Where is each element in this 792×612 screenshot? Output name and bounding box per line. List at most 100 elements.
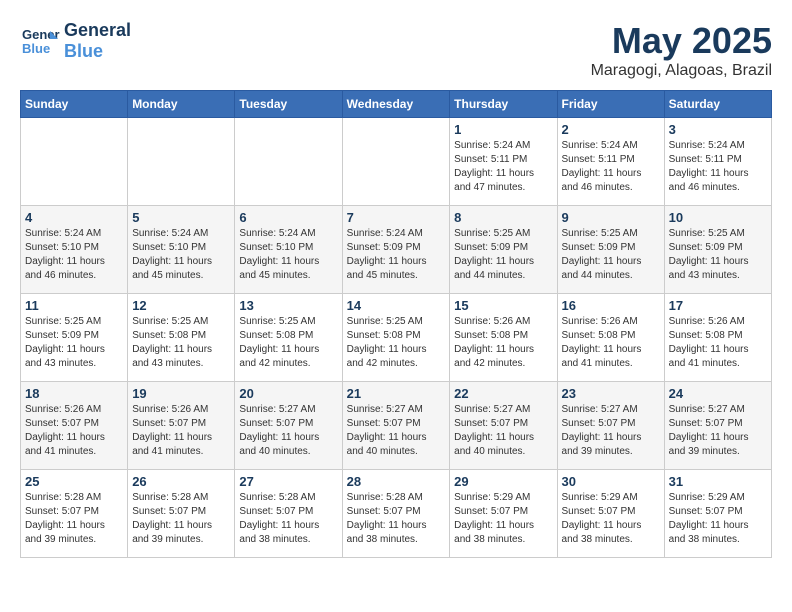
calendar-cell: 6Sunrise: 5:24 AM Sunset: 5:10 PM Daylig… [235, 206, 342, 294]
day-info: Sunrise: 5:27 AM Sunset: 5:07 PM Dayligh… [347, 403, 446, 459]
calendar-cell: 22Sunrise: 5:27 AM Sunset: 5:07 PM Dayli… [450, 382, 557, 470]
day-info: Sunrise: 5:26 AM Sunset: 5:07 PM Dayligh… [25, 403, 123, 459]
calendar-week-row: 1 Sunrise: 5:24 AM Sunset: 5:11 PM Daylig… [21, 118, 772, 206]
day-info: Sunrise: 5:28 AM Sunset: 5:07 PM Dayligh… [25, 491, 123, 547]
day-number: 19 [132, 386, 230, 401]
day-number: 27 [239, 474, 337, 489]
day-number: 10 [669, 210, 767, 225]
day-info: Sunrise: 5:29 AM Sunset: 5:07 PM Dayligh… [454, 491, 552, 547]
calendar-cell: 3Sunrise: 5:24 AM Sunset: 5:11 PM Daylig… [664, 118, 771, 206]
day-info: Sunrise: 5:27 AM Sunset: 5:07 PM Dayligh… [454, 403, 552, 459]
weekday-header-cell: Monday [128, 91, 235, 118]
day-info: Sunrise: 5:25 AM Sunset: 5:09 PM Dayligh… [454, 227, 552, 283]
calendar-cell: 30Sunrise: 5:29 AM Sunset: 5:07 PM Dayli… [557, 470, 664, 558]
day-number: 17 [669, 298, 767, 313]
weekday-header-cell: Wednesday [342, 91, 450, 118]
weekday-header-cell: Friday [557, 91, 664, 118]
logo-general: General [64, 20, 131, 41]
header: General Blue General Blue May 2025 Marag… [20, 20, 772, 80]
calendar-cell: 23 Sunrise: 5:27 AM Sunset: 5:07 PM Dayli… [557, 382, 664, 470]
calendar-cell [342, 118, 450, 206]
day-number: 4 [25, 210, 123, 225]
calendar-cell: 19 Sunrise: 5:26 AM Sunset: 5:07 PM Dayli… [128, 382, 235, 470]
calendar-cell: 29 Sunrise: 5:29 AM Sunset: 5:07 PM Dayli… [450, 470, 557, 558]
day-number: 13 [239, 298, 337, 313]
calendar-cell: 25Sunrise: 5:28 AM Sunset: 5:07 PM Dayli… [21, 470, 128, 558]
location-title: Maragogi, Alagoas, Brazil [591, 62, 772, 80]
calendar-cell: 24 Sunrise: 5:27 AM Sunset: 5:07 PM Dayli… [664, 382, 771, 470]
day-info: Sunrise: 5:28 AM Sunset: 5:07 PM Dayligh… [347, 491, 446, 547]
day-number: 1 [454, 122, 552, 137]
day-info: Sunrise: 5:26 AM Sunset: 5:08 PM Dayligh… [562, 315, 660, 371]
calendar-cell: 21 Sunrise: 5:27 AM Sunset: 5:07 PM Dayli… [342, 382, 450, 470]
calendar-body: 1 Sunrise: 5:24 AM Sunset: 5:11 PM Daylig… [21, 118, 772, 558]
day-info: Sunrise: 5:25 AM Sunset: 5:09 PM Dayligh… [669, 227, 767, 283]
day-info: Sunrise: 5:27 AM Sunset: 5:07 PM Dayligh… [562, 403, 660, 459]
day-info: Sunrise: 5:29 AM Sunset: 5:07 PM Dayligh… [562, 491, 660, 547]
day-number: 12 [132, 298, 230, 313]
calendar-cell: 4 Sunrise: 5:24 AM Sunset: 5:10 PM Daylig… [21, 206, 128, 294]
day-info: Sunrise: 5:25 AM Sunset: 5:09 PM Dayligh… [562, 227, 660, 283]
day-number: 9 [562, 210, 660, 225]
title-area: May 2025 Maragogi, Alagoas, Brazil [591, 20, 772, 80]
calendar-cell: 17Sunrise: 5:26 AM Sunset: 5:08 PM Dayli… [664, 294, 771, 382]
day-info: Sunrise: 5:24 AM Sunset: 5:10 PM Dayligh… [132, 227, 230, 283]
day-number: 31 [669, 474, 767, 489]
weekday-header-cell: Tuesday [235, 91, 342, 118]
month-title: May 2025 [591, 20, 772, 62]
day-info: Sunrise: 5:28 AM Sunset: 5:07 PM Dayligh… [239, 491, 337, 547]
day-info: Sunrise: 5:26 AM Sunset: 5:08 PM Dayligh… [454, 315, 552, 371]
day-number: 16 [562, 298, 660, 313]
day-info: Sunrise: 5:25 AM Sunset: 5:08 PM Dayligh… [132, 315, 230, 371]
day-info: Sunrise: 5:24 AM Sunset: 5:11 PM Dayligh… [454, 139, 552, 195]
calendar-cell: 15Sunrise: 5:26 AM Sunset: 5:08 PM Dayli… [450, 294, 557, 382]
calendar-week-row: 25Sunrise: 5:28 AM Sunset: 5:07 PM Dayli… [21, 470, 772, 558]
day-info: Sunrise: 5:24 AM Sunset: 5:11 PM Dayligh… [562, 139, 660, 195]
weekday-header-row: SundayMondayTuesdayWednesdayThursdayFrid… [21, 91, 772, 118]
calendar-cell [21, 118, 128, 206]
calendar-cell [128, 118, 235, 206]
weekday-header-cell: Thursday [450, 91, 557, 118]
calendar-cell: 31 Sunrise: 5:29 AM Sunset: 5:07 PM Dayli… [664, 470, 771, 558]
svg-text:General: General [22, 27, 60, 42]
calendar-cell: 2 Sunrise: 5:24 AM Sunset: 5:11 PM Daylig… [557, 118, 664, 206]
calendar-cell: 16 Sunrise: 5:26 AM Sunset: 5:08 PM Dayli… [557, 294, 664, 382]
day-info: Sunrise: 5:25 AM Sunset: 5:08 PM Dayligh… [239, 315, 337, 371]
calendar-cell [235, 118, 342, 206]
day-info: Sunrise: 5:27 AM Sunset: 5:07 PM Dayligh… [669, 403, 767, 459]
calendar-cell: 9 Sunrise: 5:25 AM Sunset: 5:09 PM Daylig… [557, 206, 664, 294]
day-number: 20 [239, 386, 337, 401]
day-number: 2 [562, 122, 660, 137]
svg-text:Blue: Blue [22, 41, 50, 56]
day-info: Sunrise: 5:26 AM Sunset: 5:07 PM Dayligh… [132, 403, 230, 459]
calendar-cell: 20 Sunrise: 5:27 AM Sunset: 5:07 PM Dayli… [235, 382, 342, 470]
day-number: 23 [562, 386, 660, 401]
day-number: 21 [347, 386, 446, 401]
day-number: 29 [454, 474, 552, 489]
day-info: Sunrise: 5:24 AM Sunset: 5:09 PM Dayligh… [347, 227, 446, 283]
day-number: 11 [25, 298, 123, 313]
day-number: 18 [25, 386, 123, 401]
calendar-cell: 11 Sunrise: 5:25 AM Sunset: 5:09 PM Dayli… [21, 294, 128, 382]
day-number: 5 [132, 210, 230, 225]
calendar-cell: 7Sunrise: 5:24 AM Sunset: 5:09 PM Daylig… [342, 206, 450, 294]
day-number: 24 [669, 386, 767, 401]
day-info: Sunrise: 5:27 AM Sunset: 5:07 PM Dayligh… [239, 403, 337, 459]
day-info: Sunrise: 5:24 AM Sunset: 5:11 PM Dayligh… [669, 139, 767, 195]
calendar-cell: 14Sunrise: 5:25 AM Sunset: 5:08 PM Dayli… [342, 294, 450, 382]
calendar-cell: 26Sunrise: 5:28 AM Sunset: 5:07 PM Dayli… [128, 470, 235, 558]
day-number: 14 [347, 298, 446, 313]
calendar-week-row: 4 Sunrise: 5:24 AM Sunset: 5:10 PM Daylig… [21, 206, 772, 294]
calendar-cell: 10 Sunrise: 5:25 AM Sunset: 5:09 PM Dayli… [664, 206, 771, 294]
logo: General Blue General Blue [20, 20, 131, 62]
day-info: Sunrise: 5:24 AM Sunset: 5:10 PM Dayligh… [25, 227, 123, 283]
calendar-cell: 18 Sunrise: 5:26 AM Sunset: 5:07 PM Dayli… [21, 382, 128, 470]
day-info: Sunrise: 5:25 AM Sunset: 5:09 PM Dayligh… [25, 315, 123, 371]
day-number: 8 [454, 210, 552, 225]
calendar-cell: 13 Sunrise: 5:25 AM Sunset: 5:08 PM Dayli… [235, 294, 342, 382]
calendar: SundayMondayTuesdayWednesdayThursdayFrid… [20, 90, 772, 558]
calendar-cell: 28Sunrise: 5:28 AM Sunset: 5:07 PM Dayli… [342, 470, 450, 558]
day-info: Sunrise: 5:29 AM Sunset: 5:07 PM Dayligh… [669, 491, 767, 547]
logo-blue: Blue [64, 41, 131, 62]
calendar-cell: 5 Sunrise: 5:24 AM Sunset: 5:10 PM Daylig… [128, 206, 235, 294]
